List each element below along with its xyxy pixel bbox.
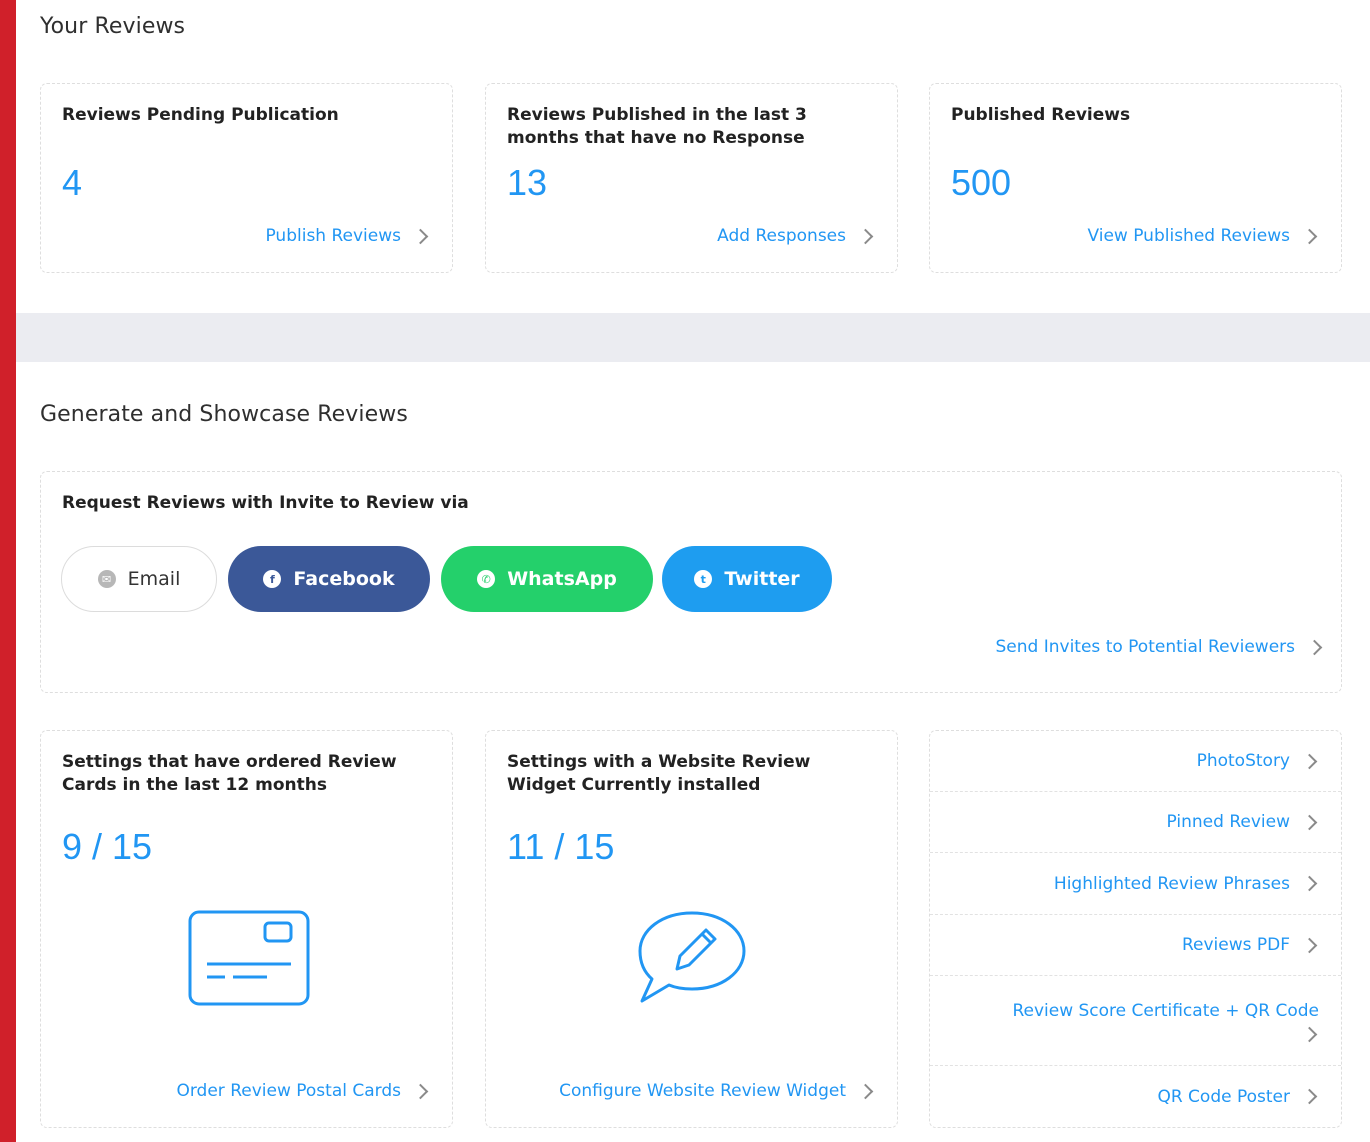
mail-icon: ✉ xyxy=(97,570,116,588)
link-label: Highlighted Review Phrases xyxy=(1053,873,1290,894)
link-label: Review Score Certificate + QR Code xyxy=(1012,1001,1319,1021)
link-label: Publish Reviews xyxy=(265,226,401,246)
showcase-links-card: PhotoStory Pinned Review Highlighted Rev… xyxy=(929,730,1342,1128)
chevron-right-icon xyxy=(1301,1088,1318,1105)
link-label: Configure Website Review Widget xyxy=(559,1081,846,1101)
postal-cards-count: 9 / 15 xyxy=(62,826,153,867)
no-response-card: Reviews Published in the last 3 months t… xyxy=(485,83,898,273)
chevron-right-icon xyxy=(1301,814,1318,830)
qr-code-poster-link[interactable]: QR Code Poster xyxy=(930,1066,1341,1127)
invite-title: Request Reviews with Invite to Review vi… xyxy=(62,493,469,513)
chevron-right-icon xyxy=(1301,875,1318,892)
chevron-right-icon xyxy=(412,228,429,244)
score-certificate-link[interactable]: Review Score Certificate + QR Code xyxy=(930,976,1341,1066)
publish-reviews-link[interactable]: Publish Reviews xyxy=(265,226,430,246)
pinned-review-link[interactable]: Pinned Review xyxy=(930,792,1341,853)
facebook-icon: f xyxy=(263,570,282,588)
card-title: Published Reviews xyxy=(951,105,1131,125)
postal-card-icon xyxy=(188,910,310,1006)
card-title: Settings that have ordered Review Cards … xyxy=(62,752,397,795)
whatsapp-invite-button[interactable]: ✆ WhatsApp xyxy=(441,546,653,612)
card-title: Reviews Published in the last 3 months t… xyxy=(507,105,807,148)
chevron-right-icon xyxy=(1301,753,1318,769)
reviews-pdf-link[interactable]: Reviews PDF xyxy=(930,915,1341,976)
photostory-link[interactable]: PhotoStory xyxy=(930,731,1341,792)
section-divider-band xyxy=(16,313,1370,362)
speech-bubble-pencil-icon xyxy=(638,911,746,1003)
link-label: Add Responses xyxy=(717,226,846,246)
send-invites-link[interactable]: Send Invites to Potential Reviewers xyxy=(996,637,1324,657)
chevron-right-icon xyxy=(1301,1026,1318,1043)
link-label: Reviews PDF xyxy=(1181,935,1290,955)
generate-showcase-title: Generate and Showcase Reviews xyxy=(40,402,408,427)
button-label: Facebook xyxy=(293,568,395,590)
no-response-count: 13 xyxy=(507,162,548,203)
whatsapp-icon: ✆ xyxy=(477,570,496,588)
link-label: QR Code Poster xyxy=(1157,1086,1290,1107)
link-label: Pinned Review xyxy=(1166,812,1290,832)
button-label: Twitter xyxy=(724,568,800,590)
facebook-invite-button[interactable]: f Facebook xyxy=(228,546,430,612)
email-invite-button[interactable]: ✉ Email xyxy=(61,546,217,612)
link-label: Order Review Postal Cards xyxy=(176,1081,401,1101)
link-label: View Published Reviews xyxy=(1087,226,1290,246)
chevron-right-icon xyxy=(1306,639,1323,655)
card-title: Settings with a Website Review Widget Cu… xyxy=(507,752,811,795)
link-label: Send Invites to Potential Reviewers xyxy=(995,637,1295,657)
button-label: Email xyxy=(127,568,181,590)
configure-widget-link[interactable]: Configure Website Review Widget xyxy=(559,1081,875,1101)
your-reviews-title: Your Reviews xyxy=(40,14,186,39)
page: Your Reviews Reviews Pending Publication… xyxy=(16,0,1370,1142)
order-postal-cards-link[interactable]: Order Review Postal Cards xyxy=(176,1081,430,1101)
chevron-right-icon xyxy=(412,1083,429,1099)
twitter-icon: t xyxy=(694,570,713,588)
highlighted-phrases-link[interactable]: Highlighted Review Phrases xyxy=(930,853,1341,915)
button-label: WhatsApp xyxy=(507,568,617,590)
card-title: Reviews Pending Publication xyxy=(62,105,339,125)
add-responses-link[interactable]: Add Responses xyxy=(717,226,875,246)
widget-count: 11 / 15 xyxy=(507,826,615,867)
chevron-right-icon xyxy=(857,228,874,244)
pending-publication-card: Reviews Pending Publication 4 Publish Re… xyxy=(40,83,453,273)
pending-count: 4 xyxy=(62,162,83,203)
review-widget-card: Settings with a Website Review Widget Cu… xyxy=(485,730,898,1128)
postal-cards-card: Settings that have ordered Review Cards … xyxy=(40,730,453,1128)
link-label: PhotoStory xyxy=(1196,751,1290,771)
chevron-right-icon xyxy=(857,1083,874,1099)
twitter-invite-button[interactable]: t Twitter xyxy=(662,546,832,612)
view-published-reviews-link[interactable]: View Published Reviews xyxy=(1087,226,1319,246)
chevron-right-icon xyxy=(1301,937,1318,953)
published-count: 500 xyxy=(951,162,1012,203)
published-reviews-card: Published Reviews 500 View Published Rev… xyxy=(929,83,1342,273)
chevron-right-icon xyxy=(1301,228,1318,244)
